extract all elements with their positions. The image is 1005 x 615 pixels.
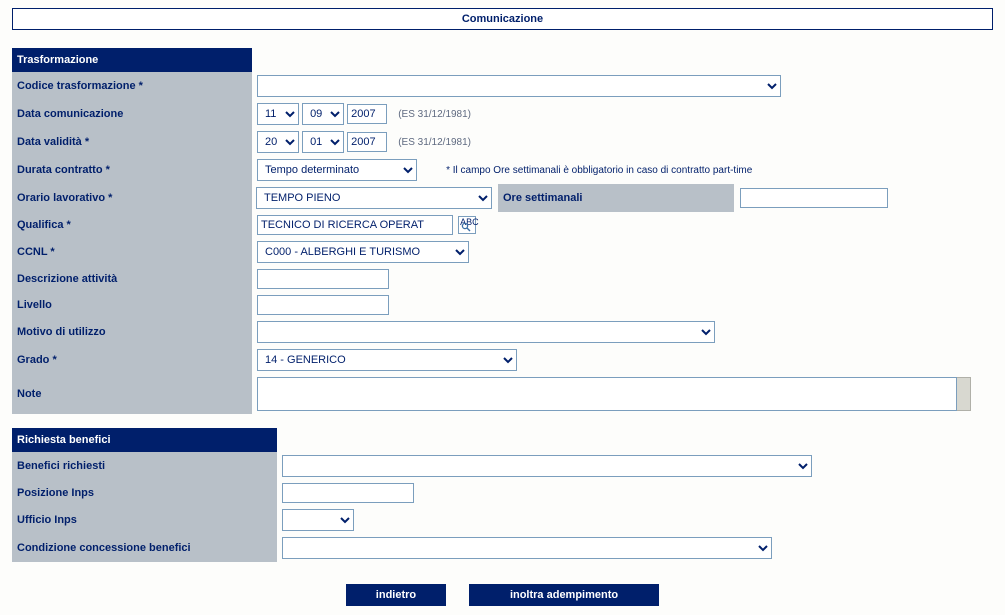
label-grado: Grado *	[12, 346, 252, 374]
button-row: indietro inoltra adempimento	[12, 584, 993, 606]
note-textarea[interactable]	[257, 377, 957, 411]
posizione-input[interactable]	[282, 483, 414, 503]
label-qualifica: Qualifica *	[12, 212, 252, 238]
label-orario: Orario lavorativo *	[12, 184, 252, 212]
ore-required-note: * Il campo Ore settimanali è obbligatori…	[446, 165, 752, 176]
label-descrizione: Descrizione attività	[12, 266, 252, 292]
data-com-day-select[interactable]: 11	[257, 103, 299, 125]
benefici-table: Richiesta benefici Benefici richiesti Po…	[12, 428, 993, 562]
label-ore-settimanali: Ore settimanali	[498, 184, 734, 212]
durata-select[interactable]: Tempo determinato	[257, 159, 417, 181]
label-ccnl: CCNL *	[12, 238, 252, 266]
qualifica-input[interactable]	[257, 215, 453, 235]
condizione-select[interactable]	[282, 537, 772, 559]
label-posizione-inps: Posizione Inps	[12, 480, 277, 506]
grado-select[interactable]: 14 - GENERICO	[257, 349, 517, 371]
orario-select[interactable]: TEMPO PIENO	[256, 187, 492, 209]
codice-select[interactable]	[257, 75, 781, 97]
section-header-benefici: Richiesta benefici	[12, 428, 277, 452]
inoltra-button[interactable]: inoltra adempimento	[469, 584, 659, 606]
data-com-year-input[interactable]	[347, 104, 387, 124]
data-val-year-input[interactable]	[347, 132, 387, 152]
descrizione-input[interactable]	[257, 269, 389, 289]
label-ufficio-inps: Ufficio Inps	[12, 506, 277, 534]
date-hint-2: (ES 31/12/1981)	[398, 137, 471, 148]
page-title: Comunicazione	[12, 8, 993, 30]
label-data-validita: Data validità *	[12, 128, 252, 156]
livello-input[interactable]	[257, 295, 389, 315]
ccnl-select[interactable]: C000 - ALBERGHI E TURISMO	[257, 241, 469, 263]
indietro-button[interactable]: indietro	[346, 584, 446, 606]
data-val-day-select[interactable]: 20	[257, 131, 299, 153]
label-motivo: Motivo di utilizzo	[12, 318, 252, 346]
date-hint-1: (ES 31/12/1981)	[398, 109, 471, 120]
label-codice: Codice trasformazione *	[12, 72, 252, 100]
label-note: Note	[12, 374, 252, 414]
data-com-month-select[interactable]: 09	[302, 103, 344, 125]
label-durata: Durata contratto *	[12, 156, 252, 184]
trasformazione-table: Trasformazione Codice trasformazione * D…	[12, 48, 993, 414]
benefici-select[interactable]	[282, 455, 812, 477]
label-benefici-richiesti: Benefici richiesti	[12, 452, 277, 480]
label-livello: Livello	[12, 292, 252, 318]
label-data-comunicazione: Data comunicazione	[12, 100, 252, 128]
textarea-scrollbar[interactable]	[957, 377, 971, 411]
label-condizione: Condizione concessione benefici	[12, 534, 277, 562]
ufficio-select[interactable]	[282, 509, 354, 531]
lookup-icon[interactable]: ABC	[458, 216, 476, 234]
section-header-trasformazione: Trasformazione	[12, 48, 252, 72]
ore-input[interactable]	[740, 188, 888, 208]
data-val-month-select[interactable]: 01	[302, 131, 344, 153]
motivo-select[interactable]	[257, 321, 715, 343]
